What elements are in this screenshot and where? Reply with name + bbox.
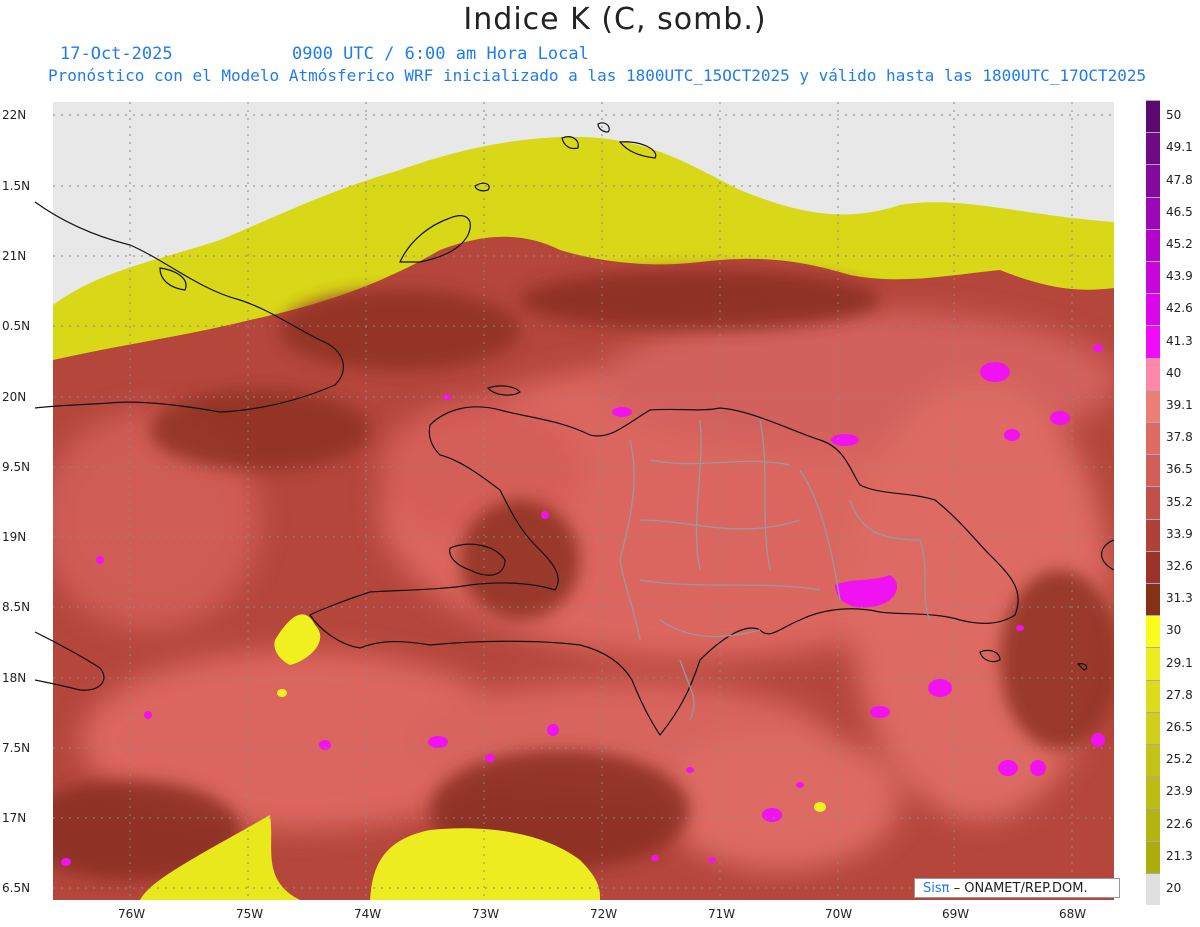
colorbar-label: 26.5 xyxy=(1166,719,1193,734)
colorbar-swatch xyxy=(1146,422,1160,455)
colorbar-label: 20 xyxy=(1166,880,1182,895)
colorbar-swatch xyxy=(1146,293,1160,326)
lat-label: 22N xyxy=(2,108,27,122)
colorbar-swatch xyxy=(1146,228,1160,261)
colorbar-label: 46.5 xyxy=(1166,204,1193,219)
colorbar-swatch xyxy=(1146,711,1160,744)
colorbar-swatch xyxy=(1146,132,1160,165)
colorbar-label: 22.6 xyxy=(1166,816,1193,831)
lon-label: 71W xyxy=(708,907,736,921)
colorbar-label: 31.3 xyxy=(1166,591,1193,606)
colorbar-swatch xyxy=(1146,776,1160,809)
sispi-logo: Sisπ xyxy=(923,881,950,896)
colorbar xyxy=(1146,100,1160,905)
colorbar-label: 25.2 xyxy=(1166,752,1193,767)
lat-label: 17N xyxy=(2,811,27,825)
colorbar-label: 37.8 xyxy=(1166,430,1193,445)
lat-label: 21N xyxy=(2,249,27,263)
colorbar-swatch xyxy=(1146,518,1160,551)
colorbar-label: 29.1 xyxy=(1166,655,1193,670)
lat-label: 1.5N xyxy=(2,179,31,193)
colorbar-label: 41.3 xyxy=(1166,333,1193,348)
colorbar-swatch xyxy=(1146,808,1160,841)
lat-label: 0.5N xyxy=(2,319,31,333)
colorbar-swatch xyxy=(1146,389,1160,422)
colorbar-label: 30 xyxy=(1166,623,1182,638)
colorbar-swatch xyxy=(1146,550,1160,583)
lat-label: 18N xyxy=(2,671,27,685)
map-field xyxy=(53,102,1114,900)
lon-label: 75W xyxy=(236,907,264,921)
lat-label: 9.5N xyxy=(2,460,31,474)
lat-label: 7.5N xyxy=(2,741,31,755)
colorbar-label: 43.9 xyxy=(1166,269,1193,284)
colorbar-label: 42.6 xyxy=(1166,301,1193,316)
colorbar-label: 32.6 xyxy=(1166,558,1193,573)
colorbar-swatch xyxy=(1146,164,1160,197)
colorbar-label: 27.8 xyxy=(1166,687,1193,702)
colorbar-swatch xyxy=(1146,583,1160,616)
lon-label: 68W xyxy=(1059,907,1087,921)
lat-label: 8.5N xyxy=(2,600,31,614)
colorbar-swatch xyxy=(1146,454,1160,487)
colorbar-swatch xyxy=(1146,679,1160,712)
colorbar-label: 33.9 xyxy=(1166,526,1193,541)
colorbar-swatch xyxy=(1146,744,1160,777)
lat-label: 20N xyxy=(2,390,27,404)
colorbar-swatch xyxy=(1146,196,1160,229)
colorbar-swatch xyxy=(1146,647,1160,680)
colorbar-label: 39.1 xyxy=(1166,397,1193,412)
lon-label: 74W xyxy=(354,907,382,921)
lon-label: 73W xyxy=(472,907,500,921)
colorbar-swatch xyxy=(1146,840,1160,873)
lon-label: 72W xyxy=(590,907,618,921)
colorbar-label: 36.5 xyxy=(1166,462,1193,477)
credit-badge: Sisπ – ONAMET/REP.DOM. xyxy=(914,878,1120,898)
colorbar-swatch xyxy=(1146,357,1160,390)
lat-label: 6.5N xyxy=(2,881,31,895)
lon-label: 69W xyxy=(942,907,970,921)
lat-label: 19N xyxy=(2,530,27,544)
colorbar-swatch xyxy=(1146,486,1160,519)
colorbar-label: 49.1 xyxy=(1166,140,1193,155)
colorbar-swatch xyxy=(1146,261,1160,294)
colorbar-swatch xyxy=(1146,872,1160,905)
colorbar-label: 50 xyxy=(1166,108,1182,123)
colorbar-label: 21.3 xyxy=(1166,848,1193,863)
colorbar-swatch xyxy=(1146,325,1160,358)
colorbar-label: 47.8 xyxy=(1166,172,1193,187)
lon-label: 76W xyxy=(118,907,146,921)
colorbar-label: 35.2 xyxy=(1166,494,1193,509)
colorbar-label: 23.9 xyxy=(1166,784,1193,799)
colorbar-label: 40 xyxy=(1166,365,1182,380)
colorbar-swatch xyxy=(1146,615,1160,648)
lon-label: 70W xyxy=(825,907,853,921)
colorbar-swatch xyxy=(1146,100,1160,133)
colorbar-label: 45.2 xyxy=(1166,236,1193,251)
credit-text: – ONAMET/REP.DOM. xyxy=(953,881,1088,896)
k-index-map xyxy=(34,102,1115,900)
